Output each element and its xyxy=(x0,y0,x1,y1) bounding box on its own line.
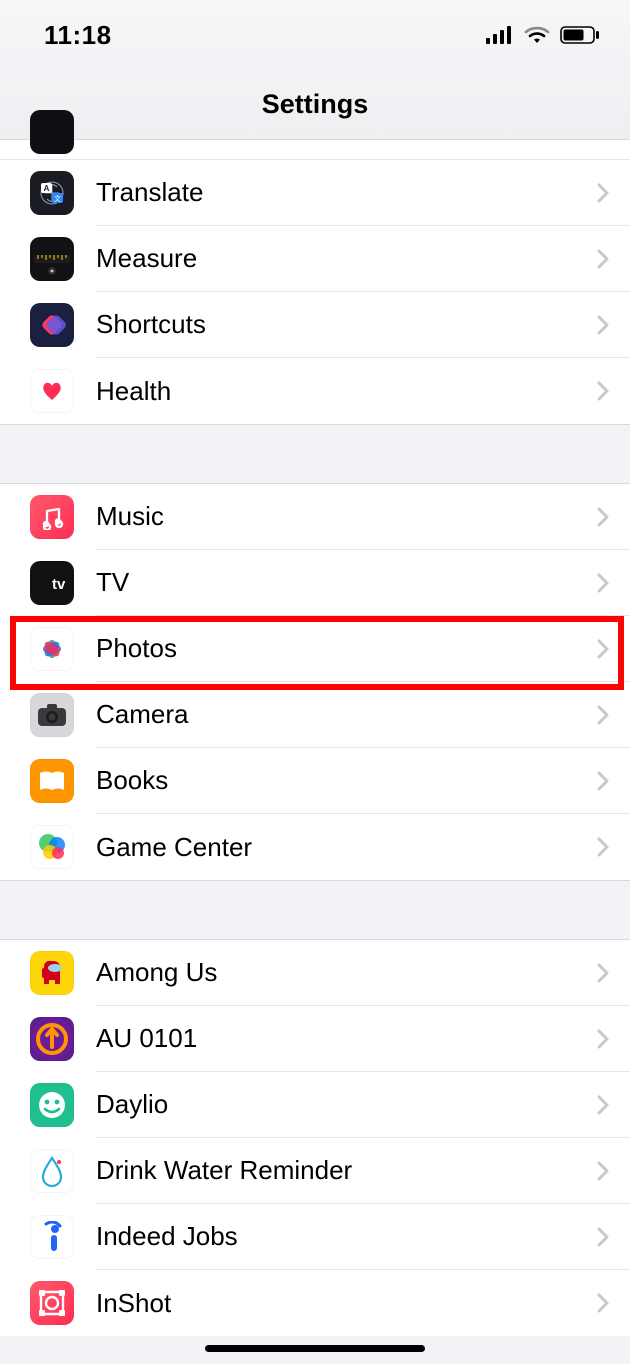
row-label: Measure xyxy=(96,243,596,274)
row-label: Photos xyxy=(96,633,596,664)
row-shortcuts[interactable]: Shortcuts xyxy=(0,292,630,358)
row-indeed-jobs[interactable]: Indeed Jobs xyxy=(0,1204,630,1270)
inshot-icon xyxy=(30,1281,74,1325)
row-label: Indeed Jobs xyxy=(96,1221,596,1252)
chevron-right-icon xyxy=(596,836,610,858)
row-music[interactable]: Music xyxy=(0,484,630,550)
row-tv[interactable]: tv TV xyxy=(0,550,630,616)
row-label: Among Us xyxy=(96,957,596,988)
daylio-icon xyxy=(30,1083,74,1127)
books-icon xyxy=(30,759,74,803)
measure-icon xyxy=(30,237,74,281)
svg-text:tv: tv xyxy=(52,576,66,593)
shortcuts-icon xyxy=(30,303,74,347)
row-label: AU 0101 xyxy=(96,1023,596,1054)
chevron-right-icon xyxy=(596,1292,610,1314)
row-label: Daylio xyxy=(96,1089,596,1120)
row-daylio[interactable]: Daylio xyxy=(0,1072,630,1138)
partial-row-top[interactable] xyxy=(0,140,630,160)
battery-icon xyxy=(560,26,600,44)
row-camera[interactable]: Camera xyxy=(0,682,630,748)
water-icon xyxy=(30,1149,74,1193)
row-label: Camera xyxy=(96,699,596,730)
chevron-right-icon xyxy=(596,1094,610,1116)
settings-group-2: Music tv TV xyxy=(0,484,630,880)
settings-group-1: A文 Translate Measure Shortcuts Health xyxy=(0,160,630,424)
row-label: Drink Water Reminder xyxy=(96,1155,596,1186)
chevron-right-icon xyxy=(596,182,610,204)
among-us-icon xyxy=(30,951,74,995)
cellular-icon xyxy=(486,26,514,44)
chevron-right-icon xyxy=(596,704,610,726)
au-0101-icon xyxy=(30,1017,74,1061)
group-separator xyxy=(0,880,630,940)
wifi-icon xyxy=(524,26,550,44)
photos-icon xyxy=(30,627,74,671)
svg-text:文: 文 xyxy=(54,194,61,203)
row-label: Music xyxy=(96,501,596,532)
row-game-center[interactable]: Game Center xyxy=(0,814,630,880)
row-label: Translate xyxy=(96,177,596,208)
chevron-right-icon xyxy=(596,962,610,984)
row-label: Game Center xyxy=(96,832,596,863)
chevron-right-icon xyxy=(596,1160,610,1182)
row-photos[interactable]: Photos xyxy=(0,616,630,682)
row-au-0101[interactable]: AU 0101 xyxy=(0,1006,630,1072)
row-drink-water[interactable]: Drink Water Reminder xyxy=(0,1138,630,1204)
chevron-right-icon xyxy=(596,572,610,594)
camera-icon xyxy=(30,693,74,737)
row-health[interactable]: Health xyxy=(0,358,630,424)
chevron-right-icon xyxy=(596,314,610,336)
row-inshot[interactable]: InShot xyxy=(0,1270,630,1336)
status-time: 11:18 xyxy=(44,20,112,51)
row-label: Books xyxy=(96,765,596,796)
row-label: TV xyxy=(96,567,596,598)
health-icon xyxy=(30,369,74,413)
row-books[interactable]: Books xyxy=(0,748,630,814)
tv-icon: tv xyxy=(30,561,74,605)
row-translate[interactable]: A文 Translate xyxy=(0,160,630,226)
row-label: Shortcuts xyxy=(96,309,596,340)
status-bar: 11:18 xyxy=(0,0,630,70)
page-title: Settings xyxy=(262,89,369,120)
home-indicator[interactable] xyxy=(205,1345,425,1352)
row-among-us[interactable]: Among Us xyxy=(0,940,630,1006)
svg-text:A: A xyxy=(44,184,50,193)
chevron-right-icon xyxy=(596,638,610,660)
row-label: InShot xyxy=(96,1288,596,1319)
translate-icon: A文 xyxy=(30,171,74,215)
settings-group-3: Among Us AU 0101 Daylio Drink Water Remi… xyxy=(0,940,630,1336)
group-separator xyxy=(0,424,630,484)
game-center-icon xyxy=(30,825,74,869)
row-measure[interactable]: Measure xyxy=(0,226,630,292)
indeed-icon xyxy=(30,1215,74,1259)
row-label: Health xyxy=(96,376,596,407)
chevron-right-icon xyxy=(596,506,610,528)
chevron-right-icon xyxy=(596,1226,610,1248)
status-icons xyxy=(486,26,600,44)
navbar: Settings xyxy=(0,70,630,140)
music-icon xyxy=(30,495,74,539)
chevron-right-icon xyxy=(596,1028,610,1050)
chevron-right-icon xyxy=(596,248,610,270)
chevron-right-icon xyxy=(596,380,610,402)
chevron-right-icon xyxy=(596,770,610,792)
